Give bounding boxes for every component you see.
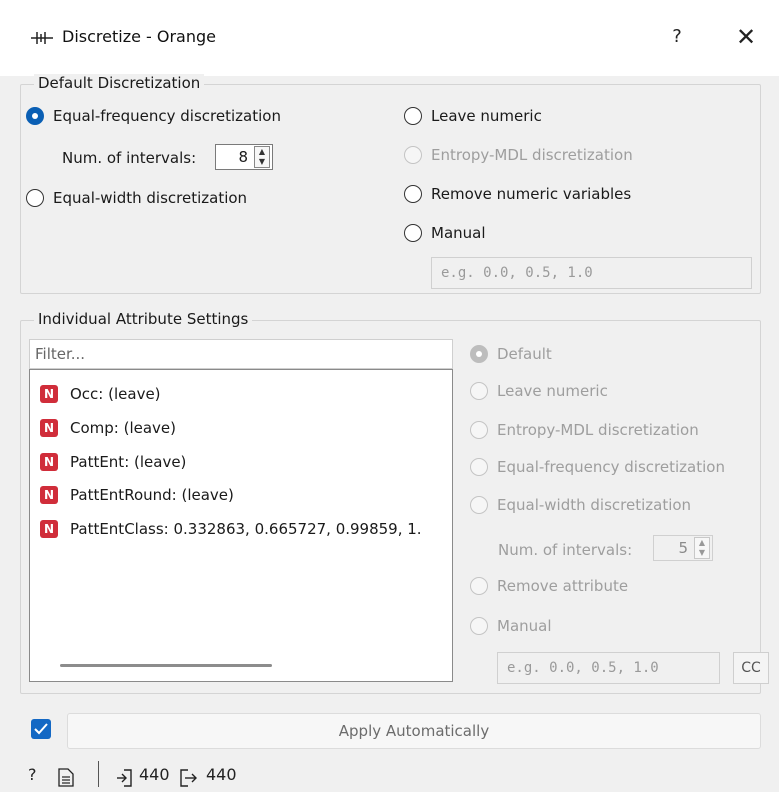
num-intervals-value: 8	[238, 148, 248, 166]
numeric-variable-icon: N	[40, 520, 58, 538]
input-data-icon	[117, 769, 132, 787]
radio-attr-default: Default	[470, 345, 552, 363]
radio-indicator	[404, 224, 422, 242]
radio-label: Equal-frequency discretization	[497, 458, 725, 476]
list-item[interactable]: N Comp: (leave)	[40, 417, 176, 439]
radio-label: Equal-width discretization	[53, 189, 248, 207]
radio-attr-equal-frequency: Equal-frequency discretization	[470, 458, 725, 476]
radio-label: Leave numeric	[497, 382, 608, 400]
radio-attr-entropy-mdl: Entropy-MDL discretization	[470, 421, 699, 439]
radio-indicator	[470, 458, 488, 476]
radio-indicator	[404, 146, 422, 164]
radio-equal-width[interactable]: Equal-width discretization	[26, 189, 247, 207]
attribute-list[interactable]: N Occ: (leave) N Comp: (leave) N PattEnt…	[29, 369, 453, 682]
radio-label: Leave numeric	[431, 107, 542, 125]
close-button[interactable]: ✕	[731, 22, 761, 52]
radio-label: Manual	[431, 224, 486, 242]
status-divider	[98, 761, 99, 787]
radio-attr-remove: Remove attribute	[470, 577, 628, 595]
apply-automatically-checkbox[interactable]	[31, 719, 51, 739]
numeric-variable-icon: N	[40, 419, 58, 437]
list-item[interactable]: N PattEntClass: 0.332863, 0.665727, 0.99…	[40, 518, 422, 540]
default-discretization-title: Default Discretization	[34, 74, 205, 92]
attribute-label: PattEnt: (leave)	[70, 453, 187, 471]
numeric-variable-icon: N	[40, 385, 58, 403]
radio-label: Equal-frequency discretization	[53, 107, 281, 125]
list-item[interactable]: N PattEntRound: (leave)	[40, 484, 234, 506]
radio-label: Remove numeric variables	[431, 185, 632, 203]
radio-leave-numeric[interactable]: Leave numeric	[404, 107, 542, 125]
radio-entropy-mdl: Entropy-MDL discretization	[404, 146, 633, 164]
radio-manual[interactable]: Manual	[404, 224, 486, 242]
output-data-icon	[180, 769, 197, 787]
list-item[interactable]: N Occ: (leave)	[40, 383, 161, 405]
help-icon[interactable]: ?	[28, 765, 37, 784]
input-count: 440	[139, 765, 170, 784]
radio-indicator	[404, 107, 422, 125]
radio-indicator	[470, 617, 488, 635]
attribute-label: PattEntRound: (leave)	[70, 486, 234, 504]
report-icon[interactable]	[58, 768, 74, 787]
radio-label: Manual	[497, 617, 552, 635]
radio-indicator	[470, 382, 488, 400]
numeric-variable-icon: N	[40, 486, 58, 504]
radio-label: Equal-width discretization	[497, 496, 692, 514]
radio-indicator	[470, 421, 488, 439]
radio-attr-equal-width: Equal-width discretization	[470, 496, 691, 514]
spin-arrows-icon[interactable]: ▲ ▼	[254, 146, 270, 168]
help-button[interactable]: ?	[662, 22, 692, 52]
numeric-variable-icon: N	[40, 453, 58, 471]
attr-num-intervals-spinbox: 5 ▲ ▼	[653, 535, 713, 561]
copy-cutoffs-button: CC	[733, 652, 769, 684]
radio-indicator	[26, 189, 44, 207]
horizontal-scrollbar[interactable]	[60, 664, 272, 667]
radio-remove-numeric[interactable]: Remove numeric variables	[404, 185, 631, 203]
title-bar: Discretize - Orange ? ✕	[0, 0, 779, 76]
output-count: 440	[206, 765, 237, 784]
spin-arrows-icon: ▲ ▼	[694, 537, 710, 559]
attr-manual-cutoffs-input: e.g. 0.0, 0.5, 1.0	[497, 652, 720, 684]
radio-label: Remove attribute	[497, 577, 629, 595]
window-title: Discretize - Orange	[62, 27, 216, 46]
radio-indicator	[26, 107, 44, 125]
filter-input[interactable]: Filter...	[29, 339, 453, 369]
num-intervals-label: Num. of intervals:	[62, 149, 197, 167]
attribute-label: Occ: (leave)	[70, 385, 161, 403]
checkmark-icon	[34, 723, 48, 735]
manual-cutoffs-input[interactable]: e.g. 0.0, 0.5, 1.0	[431, 257, 752, 289]
attribute-label: PattEntClass: 0.332863, 0.665727, 0.9985…	[70, 520, 422, 538]
radio-equal-frequency[interactable]: Equal-frequency discretization	[26, 107, 281, 125]
status-bar: ? 440 440	[0, 760, 779, 792]
attribute-label: Comp: (leave)	[70, 419, 177, 437]
radio-attr-manual: Manual	[470, 617, 552, 635]
radio-indicator	[404, 185, 422, 203]
radio-label: Entropy-MDL discretization	[497, 421, 699, 439]
discretize-app-icon	[31, 32, 53, 44]
radio-attr-leave-numeric: Leave numeric	[470, 382, 608, 400]
radio-indicator	[470, 577, 488, 595]
list-item[interactable]: N PattEnt: (leave)	[40, 451, 186, 473]
attr-num-intervals-label: Num. of intervals:	[498, 541, 633, 559]
attr-num-intervals-value: 5	[678, 539, 688, 557]
radio-label: Entropy-MDL discretization	[431, 146, 633, 164]
apply-button[interactable]: Apply Automatically	[67, 713, 761, 749]
num-intervals-spinbox[interactable]: 8 ▲ ▼	[215, 144, 273, 170]
radio-indicator	[470, 345, 488, 363]
radio-label: Default	[497, 345, 552, 363]
radio-indicator	[470, 496, 488, 514]
individual-settings-title: Individual Attribute Settings	[34, 310, 253, 328]
